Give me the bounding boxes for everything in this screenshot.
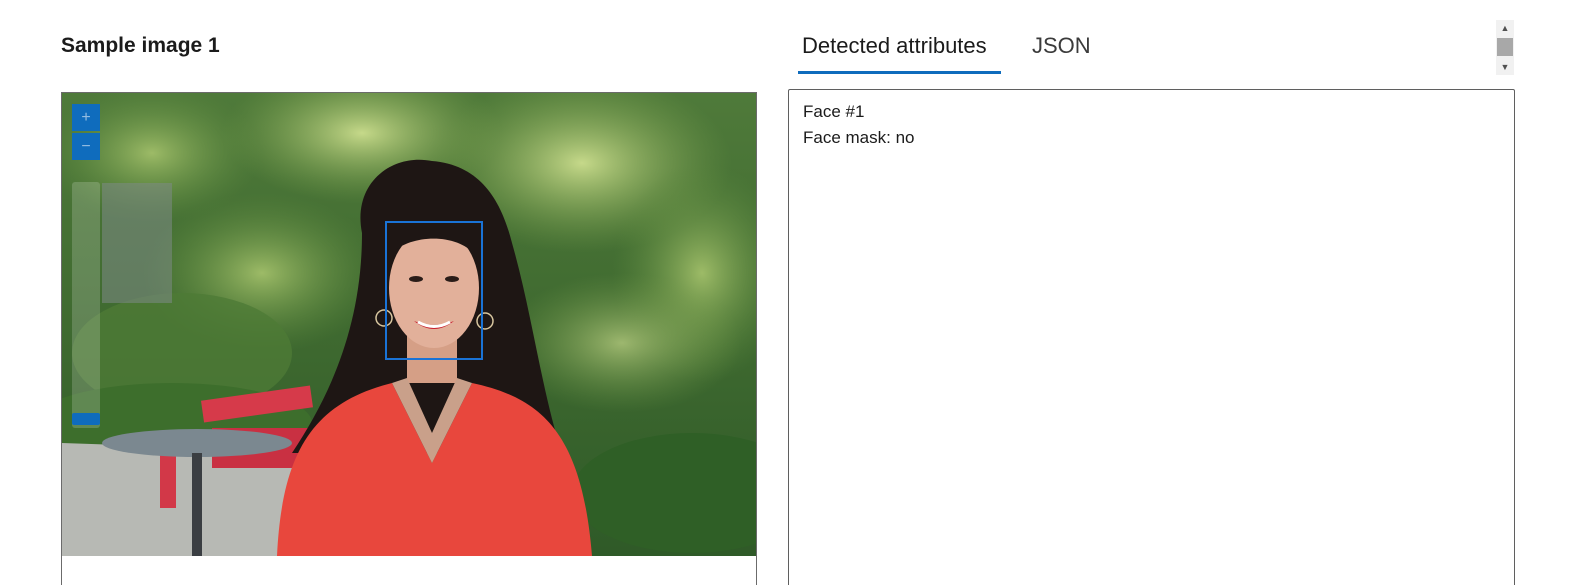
tab-detected-attributes[interactable]: Detected attributes bbox=[802, 33, 987, 59]
active-tab-indicator bbox=[798, 71, 1001, 74]
chevron-down-icon[interactable]: ▼ bbox=[1496, 59, 1514, 75]
image-viewer: + − bbox=[61, 92, 757, 585]
face-mask-attribute: Face mask: no bbox=[803, 128, 915, 147]
tab-json[interactable]: JSON bbox=[1032, 33, 1091, 59]
detected-attributes-panel: Face #1 Face mask: no bbox=[788, 89, 1515, 585]
zoom-slider-handle[interactable] bbox=[72, 413, 100, 425]
face-label: Face #1 bbox=[803, 102, 865, 121]
face-detection-page: Sample image 1 + − Detected attributes J… bbox=[0, 0, 1578, 585]
scrollbar-thumb[interactable] bbox=[1497, 38, 1513, 56]
zoom-slider-track[interactable] bbox=[72, 182, 100, 428]
zoom-in-button[interactable]: + bbox=[72, 104, 100, 131]
sample-title: Sample image 1 bbox=[61, 34, 220, 57]
tabs-scrollbar[interactable]: ▲ ▼ bbox=[1496, 20, 1514, 75]
plus-icon: + bbox=[81, 109, 91, 126]
chevron-up-icon[interactable]: ▲ bbox=[1496, 20, 1514, 36]
minus-icon: − bbox=[81, 138, 91, 155]
zoom-out-button[interactable]: − bbox=[72, 133, 100, 160]
face-bounding-box bbox=[385, 221, 483, 360]
